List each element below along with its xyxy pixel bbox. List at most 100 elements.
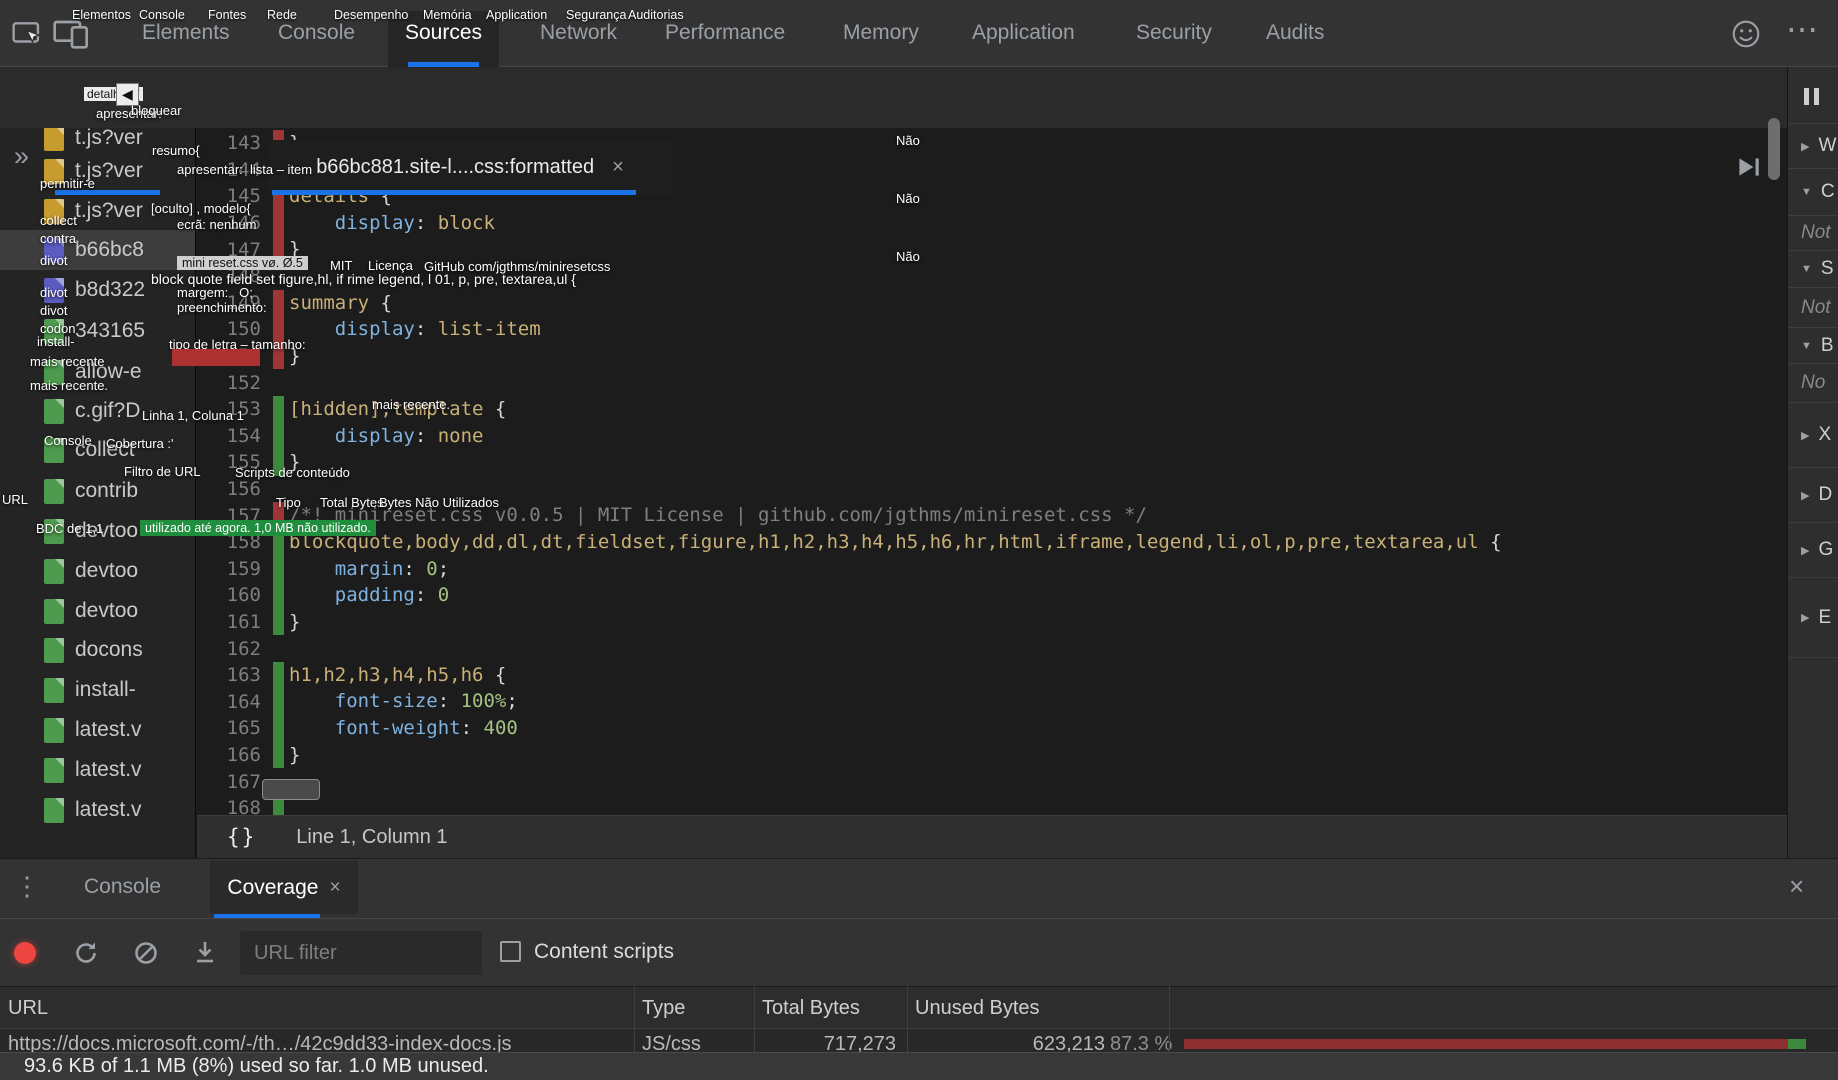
coverage-gutter-bar (273, 688, 284, 715)
code-line: 146 display: block (197, 210, 1765, 237)
chevron-right-icon[interactable]: ▶ (1801, 544, 1809, 557)
section-title: B (1821, 335, 1834, 357)
translation-overlay: mais recente (30, 354, 104, 369)
pause-icon[interactable] (1804, 88, 1819, 105)
debugger-section-header[interactable]: ▼C (1788, 169, 1838, 216)
file-tree-item[interactable]: latest.v (0, 790, 196, 830)
file-name: contrib (75, 479, 138, 503)
panel-tab-application[interactable]: Application (972, 21, 1075, 45)
column-header-type[interactable]: Type (642, 987, 685, 1029)
debugger-section-header[interactable]: ▼B (1788, 328, 1838, 364)
chevron-right-icon[interactable]: ▶ (1801, 489, 1809, 502)
panel-tab-elements[interactable]: Elements (142, 21, 230, 45)
panel-tab-performance[interactable]: Performance (665, 21, 785, 45)
panel-tab-security[interactable]: Security (1136, 21, 1212, 45)
line-number[interactable]: 152 (197, 372, 273, 394)
record-coverage-button[interactable] (14, 942, 36, 964)
device-toolbar-icon[interactable] (52, 18, 92, 50)
close-drawer-icon[interactable]: × (1789, 871, 1804, 902)
code-editor[interactable]: 143}144145details {146 display: block147… (197, 128, 1765, 815)
file-tree-item[interactable]: install- (0, 670, 196, 710)
file-tree-item[interactable]: b66bc8 (0, 230, 196, 270)
file-tree-item[interactable]: devtoo (0, 591, 196, 631)
column-divider (754, 986, 755, 1052)
file-name: t.js?ver (75, 128, 143, 150)
debugger-section-header[interactable]: ▶W (1788, 124, 1838, 169)
chevron-down-icon[interactable]: ▼ (1801, 263, 1812, 275)
line-number[interactable]: 164 (197, 691, 273, 713)
content-scripts-checkbox[interactable] (500, 941, 521, 962)
code-line: 164 font-size: 100%; (197, 688, 1765, 715)
feedback-smiley-icon[interactable] (1730, 18, 1762, 50)
content-scripts-label[interactable]: Content scripts (534, 940, 674, 964)
chevron-right-icon[interactable]: ▶ (1801, 429, 1809, 442)
line-number[interactable]: 168 (197, 797, 273, 815)
debugger-section-header[interactable]: ▼S (1788, 251, 1838, 288)
column-header-url[interactable]: URL (8, 987, 48, 1029)
clear-icon[interactable] (132, 939, 160, 967)
file-tree-item[interactable]: 343165 (0, 311, 196, 351)
line-number[interactable]: 162 (197, 638, 273, 660)
column-header-total[interactable]: Total Bytes (762, 987, 860, 1029)
close-icon[interactable]: × (612, 156, 624, 179)
coverage-gutter-bar (273, 609, 284, 636)
drawer-menu-icon[interactable]: ⋮ (14, 871, 40, 902)
editor-vertical-scrollbar[interactable] (1768, 118, 1780, 180)
debugger-section-header[interactable]: ▶X (1788, 403, 1838, 468)
tab-console[interactable]: Console (84, 875, 161, 899)
coverage-gutter-bar (273, 210, 284, 237)
panel-tab-sources[interactable]: Sources (405, 21, 482, 45)
panel-tab-memory[interactable]: Memory (843, 21, 919, 45)
editor-horizontal-scrollbar[interactable] (262, 779, 320, 800)
chevron-right-icon[interactable]: ▶ (1801, 140, 1809, 153)
line-number[interactable]: 165 (197, 717, 273, 739)
debugger-section-header[interactable]: ▶G (1788, 523, 1838, 578)
file-name: latest.v (75, 718, 142, 742)
column-header-unused[interactable]: Unused Bytes (915, 987, 1040, 1029)
code-line: 149summary { (197, 290, 1765, 317)
editor-tab[interactable]: b66bc881.site-l....css:formatted × (268, 140, 672, 195)
export-download-icon[interactable] (191, 939, 219, 967)
line-number[interactable]: 154 (197, 425, 273, 447)
file-tree-item[interactable]: latest.v (0, 710, 196, 750)
chevron-down-icon[interactable]: ▼ (1801, 186, 1812, 198)
section-note-text: Not (1801, 297, 1831, 319)
line-number[interactable]: 166 (197, 744, 273, 766)
translation-overlay: Linha 1, Coluna 1 (142, 408, 244, 423)
line-number[interactable]: 160 (197, 584, 273, 606)
run-snippet-icon[interactable] (1734, 153, 1762, 181)
translation-overlay: ecrã: nenhum (177, 217, 257, 232)
coverage-gutter-bar (273, 369, 284, 396)
line-number[interactable]: 143 (197, 132, 273, 154)
file-tree-item[interactable]: docons (0, 630, 196, 670)
chevron-down-icon[interactable]: ▼ (1801, 340, 1812, 352)
panel-tab-console[interactable]: Console (278, 21, 355, 45)
close-icon[interactable]: × (329, 877, 340, 899)
panel-tab-network[interactable]: Network (540, 21, 617, 45)
line-number[interactable]: 156 (197, 478, 273, 500)
expand-navigator-tabs-icon[interactable]: » (14, 141, 29, 172)
translation-overlay: Tipo (276, 495, 301, 510)
file-tree-item[interactable]: devtoo (0, 551, 196, 591)
code-line: 167 (197, 768, 1765, 795)
reload-icon[interactable] (72, 939, 100, 967)
inspect-element-icon[interactable] (10, 16, 44, 50)
line-number[interactable]: 161 (197, 611, 273, 633)
panel-tab-audits[interactable]: Audits (1266, 21, 1324, 45)
debugger-section-header[interactable]: ▶E (1788, 578, 1838, 658)
pretty-print-icon[interactable]: {} (227, 825, 256, 849)
line-number[interactable]: 159 (197, 558, 273, 580)
file-name: docons (75, 638, 143, 662)
line-number[interactable]: 163 (197, 664, 273, 686)
translation-overlay: Scripts de conteúdo (235, 465, 350, 480)
url-filter-input[interactable] (240, 931, 482, 975)
code-text: margin: 0; (289, 556, 449, 583)
more-options-icon[interactable]: ⋯ (1786, 10, 1820, 48)
chevron-right-icon[interactable]: ▶ (1801, 611, 1809, 624)
code-text: summary { (289, 290, 392, 317)
code-text: display: list-item (289, 316, 541, 343)
tab-coverage[interactable]: Coverage × (210, 861, 358, 914)
debugger-section-header[interactable]: ▶D (1788, 468, 1838, 523)
file-tree-item[interactable]: latest.v (0, 750, 196, 790)
translation-overlay: Console (44, 433, 92, 448)
